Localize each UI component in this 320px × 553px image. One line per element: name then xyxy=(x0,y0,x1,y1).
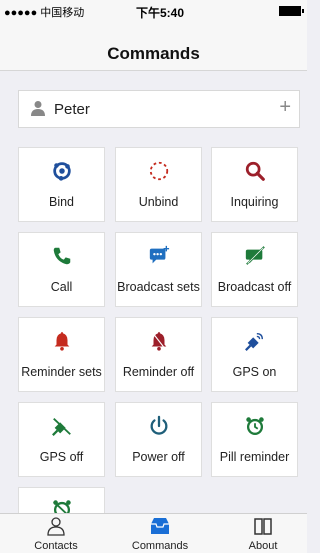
user-name: Peter xyxy=(54,101,90,118)
tab-bar: Contacts Commands About xyxy=(0,513,307,553)
unbind-icon xyxy=(149,161,168,181)
chat-off-icon xyxy=(245,246,265,265)
person-icon xyxy=(31,101,45,116)
bell-icon xyxy=(54,331,69,351)
tab-about[interactable]: About xyxy=(223,514,303,553)
satellite-off-icon xyxy=(51,418,71,436)
page-title: Commands xyxy=(107,44,200,63)
nav-bar: Commands xyxy=(0,20,307,71)
chat-add-icon xyxy=(149,245,169,264)
gps-on-button[interactable]: GPS on xyxy=(211,317,298,392)
alarm-clock-icon xyxy=(245,417,264,435)
tab-commands[interactable]: Commands xyxy=(120,514,200,553)
inbox-icon xyxy=(151,518,169,534)
tab-about-label: About xyxy=(248,540,278,552)
search-icon xyxy=(245,161,265,181)
clock: 下午5:40 xyxy=(136,6,185,20)
tab-commands-label: Commands xyxy=(131,540,189,552)
gps-on-label: GPS on xyxy=(232,365,277,379)
gps-off-button[interactable]: GPS off xyxy=(18,402,105,477)
tab-contacts[interactable]: Contacts xyxy=(16,514,96,553)
add-user-button[interactable]: + xyxy=(279,96,291,119)
bind-button[interactable]: Bind xyxy=(18,147,105,222)
inquiring-label: Inquiring xyxy=(230,195,279,209)
broadcast-off-label: Broadcast off xyxy=(217,280,292,294)
unbind-label: Unbind xyxy=(138,195,179,209)
bell-off-icon xyxy=(151,331,166,351)
bind-label: Bind xyxy=(48,195,75,209)
bind-icon xyxy=(52,162,71,181)
broadcast-off-button[interactable]: Broadcast off xyxy=(211,232,298,307)
person-icon xyxy=(47,517,65,536)
power-off-label: Power off xyxy=(132,450,185,464)
broadcast-sets-label: Broadcast sets xyxy=(117,280,200,294)
reminder-off-label: Reminder off xyxy=(122,365,195,379)
unbind-button[interactable]: Unbind xyxy=(115,147,202,222)
call-button[interactable]: Call xyxy=(18,232,105,307)
inquiring-button[interactable]: Inquiring xyxy=(211,147,298,222)
tab-contacts-label: Contacts xyxy=(34,540,78,552)
pill-reminder-button[interactable]: Pill reminder xyxy=(211,402,298,477)
reminder-off-button[interactable]: Reminder off xyxy=(115,317,202,392)
reminder-sets-label: Reminder sets xyxy=(21,365,102,379)
carrier-label: ●●●●● 中国移动 xyxy=(4,7,85,19)
reminder-sets-button[interactable]: Reminder sets xyxy=(18,317,105,392)
gps-off-label: GPS off xyxy=(39,450,84,464)
satellite-icon xyxy=(244,332,263,351)
call-label: Call xyxy=(50,280,73,294)
user-selector[interactable]: Peter + xyxy=(18,90,300,128)
broadcast-sets-button[interactable]: Broadcast sets xyxy=(115,232,202,307)
status-bar: ●●●●● 中国移动 下午5:40 xyxy=(0,0,307,20)
battery-icon xyxy=(279,6,304,16)
power-icon xyxy=(150,415,167,435)
power-off-button[interactable]: Power off xyxy=(115,402,202,477)
pill-reminder-label: Pill reminder xyxy=(219,450,290,464)
phone-icon xyxy=(53,247,70,265)
book-icon xyxy=(254,518,272,535)
